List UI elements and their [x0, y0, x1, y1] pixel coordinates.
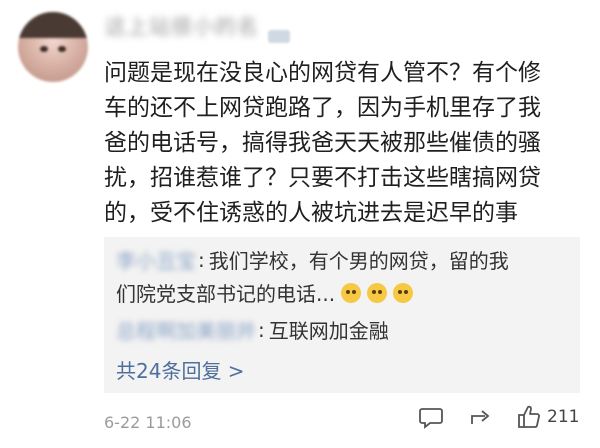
reply-colon: : [258, 317, 265, 342]
comment-timestamp: 6-22 11:06 [104, 413, 192, 432]
avatar-eye-left [40, 46, 48, 52]
comment-button[interactable] [418, 404, 444, 430]
reply-author[interactable]: 总程啊加美丽并 [116, 315, 256, 344]
comment-line: 车的还不上网贷跑路了，因为手机里存了我 [104, 95, 541, 121]
avatar-eye-right [58, 46, 66, 52]
reply-text: 我们学校，有个男的网贷，留的我 [208, 249, 509, 273]
comment-line: 扰，招谁惹谁了？只要不打击这些瞎搞网贷 [104, 165, 541, 191]
comment-icon [419, 408, 443, 429]
comment-line: 问题是现在没良心的网贷有人管不？有个修 [104, 60, 541, 86]
avatar-hair [18, 12, 88, 38]
reply-text: 互联网加金融 [268, 319, 389, 343]
comment-line: 爸的电话号，搞得我爸天天被那些催债的骚 [104, 130, 541, 156]
comment-line: 的，受不住诱惑的人被坑进去是迟早的事 [104, 200, 518, 226]
vip-badge-icon [268, 30, 290, 43]
reply-author[interactable]: 李小丑宝 [116, 245, 196, 274]
thumbs-up-icon [518, 405, 540, 428]
more-replies-link[interactable]: 共24条回复 > [116, 355, 245, 384]
reply-colon: : [198, 247, 205, 272]
comment-text: 问题是现在没良心的网贷有人管不？有个修 车的还不上网贷跑路了，因为手机里存了我 … [104, 56, 584, 231]
share-icon [471, 410, 490, 424]
comment-username[interactable]: 这上站很小的名 [105, 6, 259, 46]
reply-item-continuation: 们院党支部书记的电话... [116, 278, 414, 307]
share-button[interactable] [468, 404, 494, 430]
cat-emoji-icon [393, 282, 414, 303]
replies-panel: 李小丑宝 : 我们学校，有个男的网贷，留的我 们院党支部书记的电话... 总程啊… [104, 237, 580, 393]
like-count: 211 [547, 407, 580, 427]
reply-item[interactable]: 李小丑宝 : 我们学校，有个男的网贷，留的我 [116, 245, 509, 274]
cat-emoji-icon [367, 282, 388, 303]
reply-item[interactable]: 总程啊加美丽并 : 互联网加金融 [116, 315, 389, 344]
like-button[interactable]: 211 [516, 404, 579, 430]
cat-emoji-icon [341, 282, 362, 303]
reply-text: 们院党支部书记的电话... [116, 282, 336, 306]
user-avatar[interactable] [18, 12, 88, 82]
